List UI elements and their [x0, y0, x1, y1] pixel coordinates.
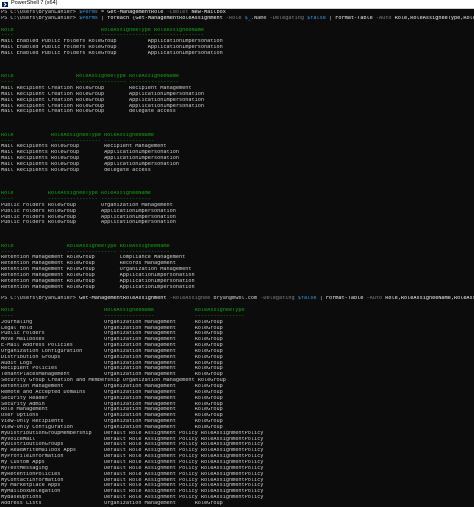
command-token: | [97, 15, 108, 21]
command-token: -Delegating [269, 15, 308, 21]
window-titlebar: PowerShell 7 (x64) [0, 0, 474, 9]
command-token: -Cmdlet [163, 10, 192, 15]
command-token: Get-ManagementRoleAssignment [79, 296, 167, 302]
prompt: PS C:\Users\BryanLanier> [1, 10, 80, 15]
command-token: -Delegating [257, 296, 298, 302]
command-token: $Perms [79, 10, 98, 15]
prompt: PS C:\Users\BryanLanier> [1, 15, 80, 21]
command-token: Role,RoleAssigneeName,RoleAssigneeType [385, 296, 474, 302]
powershell-icon [2, 1, 8, 7]
command-token: = [97, 10, 108, 15]
command-token: Format-Table [325, 296, 364, 302]
command-token: Role,RoleAssigneeType,RoleAssigneeName} [394, 15, 474, 21]
command-token: | [325, 15, 336, 21]
command-token: -Auto [363, 296, 386, 302]
command-token: foreach [107, 15, 130, 21]
command-token: $false [297, 296, 317, 302]
prompt: PS C:\Users\BryanLanier> [1, 296, 80, 302]
command-token: -Auto [372, 15, 395, 21]
command-token: bryan@mwbl.com [213, 296, 258, 302]
command-token: -RoleAssignee [166, 296, 214, 302]
command-token: | [316, 296, 326, 302]
command-token: Get-ManagementRole [107, 10, 164, 15]
command-line: PS C:\Users\BryanLanier> Get-ManagementR… [1, 296, 474, 302]
command-token: $false [307, 15, 326, 21]
command-token: Get-ManagementRoleAssignment [135, 15, 223, 21]
terminal-output[interactable]: PS C:\Users\BryanLanier> $Perms = Get-Ma… [0, 9, 474, 507]
command-line: PS C:\Users\BryanLanier> $Perms | foreac… [1, 16, 474, 22]
command-token: $Perms [79, 15, 98, 21]
window-title: PowerShell 7 (x64) [11, 0, 58, 7]
command-token: Format-Table [335, 15, 373, 21]
command-token: New-Mailbox [191, 10, 226, 15]
table-row: Address Lists Organization Management Ro… [1, 500, 223, 506]
command-token: .Name [250, 15, 270, 21]
command-token: -Role [222, 15, 245, 21]
